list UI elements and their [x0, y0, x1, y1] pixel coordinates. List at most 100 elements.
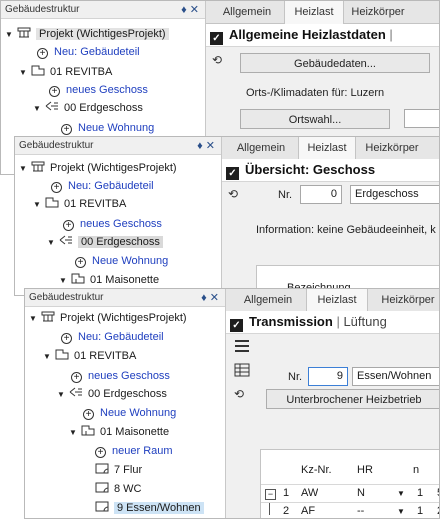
dropdown-arrow-icon[interactable]: ▼	[397, 503, 405, 518]
collapse-toggle-icon[interactable]: ▼	[47, 234, 59, 252]
interrupted-heating-button[interactable]: Unterbrochener Heizbetrieb	[266, 389, 439, 409]
tab-general[interactable]: Allgemein	[238, 289, 298, 311]
cell-n[interactable]: 1	[417, 503, 423, 518]
section-title: ✓ Transmission | Lüftung	[226, 311, 439, 334]
expand-toggle-icon[interactable]: −	[265, 489, 276, 500]
floor-icon	[69, 387, 83, 398]
cell-n[interactable]: 1	[417, 485, 423, 502]
cell-hr[interactable]: N	[357, 485, 365, 502]
tab-heating-load[interactable]: Heizlast	[298, 137, 356, 160]
tree-item-ground-floor[interactable]: ▼ 00 Erdgeschoss	[57, 385, 167, 403]
collapse-toggle-icon[interactable]: ▼	[5, 26, 17, 44]
row-index: 2	[283, 505, 290, 517]
tree-item-room-wc[interactable]: 8 WC	[95, 480, 142, 498]
tree-header: Gebäudestruktur ♦✕	[15, 137, 221, 155]
tab-radiators[interactable]: Heizkörper	[358, 137, 426, 159]
tab-heating-load[interactable]: Heizlast	[284, 1, 344, 24]
tab-ventilation[interactable]: Lüftung	[343, 314, 386, 329]
column-header-kz: Kz-Nr.	[301, 464, 332, 476]
name-field[interactable]: Erdgeschoss	[350, 185, 439, 204]
pin-icon[interactable]: ♦	[181, 4, 190, 16]
collapse-toggle-icon[interactable]: ▼	[57, 386, 69, 404]
section-title: ✓ Übersicht: Geschoss	[222, 159, 439, 182]
location-button[interactable]: Ortswahl...	[240, 109, 390, 129]
refresh-icon[interactable]: ⟲	[228, 187, 244, 201]
tree-item-new-building-part[interactable]: + Neu: Gebäudeteil	[61, 328, 164, 346]
add-circle-icon: +	[95, 447, 106, 458]
add-circle-icon: +	[75, 257, 86, 268]
checkbox[interactable]: ✓	[226, 167, 239, 180]
window-2: Gebäudestruktur ♦✕ ▼ Projekt (WichtigesPr…	[14, 136, 440, 296]
collapse-toggle-icon[interactable]: ▼	[33, 100, 45, 118]
tree-item-room-essen-wohnen[interactable]: 9 Essen/Wohnen	[95, 499, 204, 517]
tree-item-new-building-part[interactable]: + Neu: Gebäudeteil	[51, 177, 154, 195]
tab-general[interactable]: Allgemein	[216, 1, 278, 23]
close-icon[interactable]: ✕	[190, 4, 202, 16]
add-circle-icon: +	[49, 86, 60, 97]
tree-item-maisonette[interactable]: ▼ 01 Maisonette	[59, 271, 159, 289]
table-icon[interactable]	[234, 363, 250, 377]
tree-item-revitba[interactable]: ▼ 01 REVITBA	[43, 347, 136, 365]
tree-item-project[interactable]: ▼ Projekt (WichtigesProjekt)	[19, 159, 177, 177]
collapse-toggle-icon[interactable]: ▼	[69, 424, 81, 442]
pin-icon[interactable]: ♦	[197, 140, 206, 152]
collapse-toggle-icon[interactable]: ▼	[33, 196, 45, 214]
room-icon	[95, 482, 109, 493]
tree-item-new-floor[interactable]: + neues Geschoss	[63, 215, 162, 233]
project-icon	[31, 161, 45, 172]
tree-item-ground-floor[interactable]: ▼ 00 Erdgeschoss	[33, 99, 143, 117]
add-circle-icon: +	[61, 333, 72, 344]
collapse-toggle-icon[interactable]: ▼	[29, 310, 41, 328]
tab-general[interactable]: Allgemein	[230, 137, 292, 159]
tree-item-new-room[interactable]: + neuer Raum	[95, 442, 173, 460]
table-row[interactable]: − 1 AW N ▼ 1 5	[261, 484, 439, 502]
tab-radiators[interactable]: Heizkörper	[374, 289, 439, 311]
table-row[interactable]: 2 AF -- ▼ 1 2	[261, 502, 439, 518]
tab-heating-load[interactable]: Heizlast	[306, 289, 368, 312]
list-icon[interactable]	[234, 339, 250, 353]
tree-item-project[interactable]: ▼ Projekt (WichtigesProjekt)	[29, 309, 187, 327]
tree-title: Gebäudestruktur	[29, 292, 104, 303]
checkbox[interactable]: ✓	[210, 32, 223, 45]
tree-item-room-flur[interactable]: 7 Flur	[95, 461, 142, 479]
tree-item-project[interactable]: ▼ Projekt (WichtigesProjekt)	[5, 25, 169, 43]
nr-field[interactable]: 0	[300, 185, 342, 204]
collapse-toggle-icon[interactable]: ▼	[19, 64, 31, 82]
collapse-toggle-icon[interactable]: ▼	[43, 348, 55, 366]
tree-item-new-floor[interactable]: + neues Geschoss	[49, 81, 148, 99]
close-icon[interactable]: ✕	[210, 292, 222, 304]
tree-item-ground-floor[interactable]: ▼ 00 Erdgeschoss	[47, 233, 163, 251]
cell-kz[interactable]: AW	[301, 485, 318, 502]
pin-icon[interactable]: ♦	[201, 292, 210, 304]
location-field[interactable]	[404, 109, 439, 128]
checkbox[interactable]: ✓	[230, 319, 243, 332]
collapse-toggle-icon[interactable]: ▼	[19, 160, 31, 178]
building-data-button[interactable]: Gebäudedaten...	[240, 53, 430, 73]
refresh-icon[interactable]: ⟲	[234, 387, 250, 401]
floor-icon	[59, 235, 73, 246]
tab-radiators[interactable]: Heizkörper	[344, 1, 412, 23]
dropdown-arrow-icon[interactable]: ▼	[397, 485, 405, 502]
tree-title: Gebäudestruktur	[5, 4, 80, 15]
tree-item-new-floor[interactable]: + neues Geschoss	[71, 367, 170, 385]
tree-item-new-apartment[interactable]: + Neue Wohnung	[61, 119, 154, 137]
tree-item-revitba[interactable]: ▼ 01 REVITBA	[19, 63, 112, 81]
tree-item-revitba[interactable]: ▼ 01 REVITBA	[33, 195, 126, 213]
refresh-icon[interactable]: ⟲	[212, 53, 228, 67]
nr-field[interactable]: 9	[308, 367, 348, 386]
cell-hr[interactable]: --	[357, 503, 364, 518]
tree-item-new-apartment[interactable]: + Neue Wohnung	[83, 404, 176, 422]
tree-item-maisonette[interactable]: ▼ 01 Maisonette	[69, 423, 169, 441]
add-circle-icon: +	[51, 182, 62, 193]
building-icon	[31, 65, 45, 76]
tree-item-new-building-part[interactable]: + Neu: Gebäudeteil	[37, 43, 140, 61]
name-field[interactable]: Essen/Wohnen	[352, 367, 439, 386]
tree-panel: Gebäudestruktur ♦✕ ▼ Projekt (WichtigesPr…	[15, 137, 221, 295]
close-icon[interactable]: ✕	[206, 140, 218, 152]
add-circle-icon: +	[37, 48, 48, 59]
add-circle-icon: +	[63, 220, 74, 231]
tree-header: Gebäudestruktur ♦✕	[1, 1, 205, 19]
tree-item-new-apartment[interactable]: + Neue Wohnung	[75, 252, 168, 270]
cell-kz[interactable]: AF	[301, 503, 315, 518]
section-title: ✓ Allgemeine Heizlastdaten |	[206, 24, 439, 47]
